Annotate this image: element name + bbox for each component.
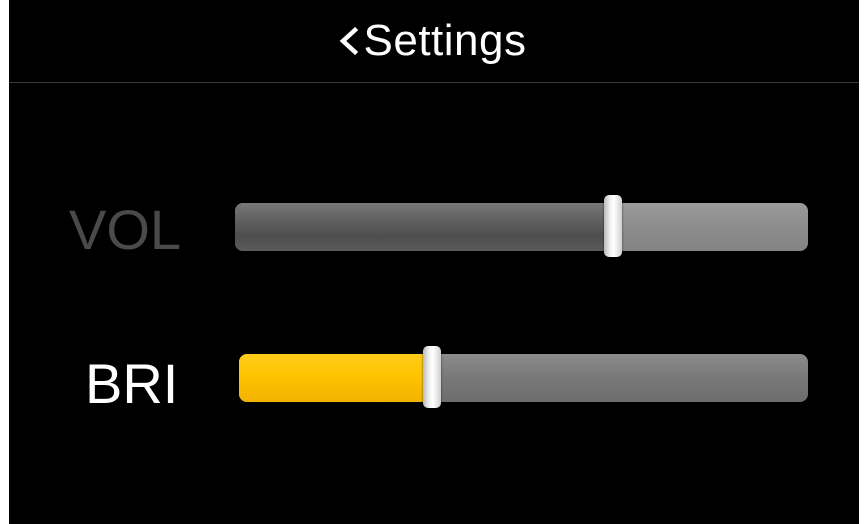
volume-slider[interactable] xyxy=(235,195,808,257)
volume-label: VOL xyxy=(69,198,182,261)
brightness-slider-fill xyxy=(239,354,433,402)
volume-slider-fill xyxy=(235,203,614,251)
volume-slider-track[interactable] xyxy=(235,203,808,251)
page-title: Settings xyxy=(363,16,527,65)
brightness-label: BRI xyxy=(85,352,179,415)
settings-screen: Settings VOL BRI xyxy=(9,0,859,524)
brightness-slider[interactable] xyxy=(239,346,808,408)
volume-slider-handle[interactable] xyxy=(604,195,623,257)
back-to-settings-button[interactable]: Settings xyxy=(9,0,859,83)
brightness-slider-handle[interactable] xyxy=(423,346,442,408)
chevron-left-icon xyxy=(336,21,362,61)
brightness-slider-track[interactable] xyxy=(239,354,808,402)
header-content: Settings xyxy=(336,19,527,63)
